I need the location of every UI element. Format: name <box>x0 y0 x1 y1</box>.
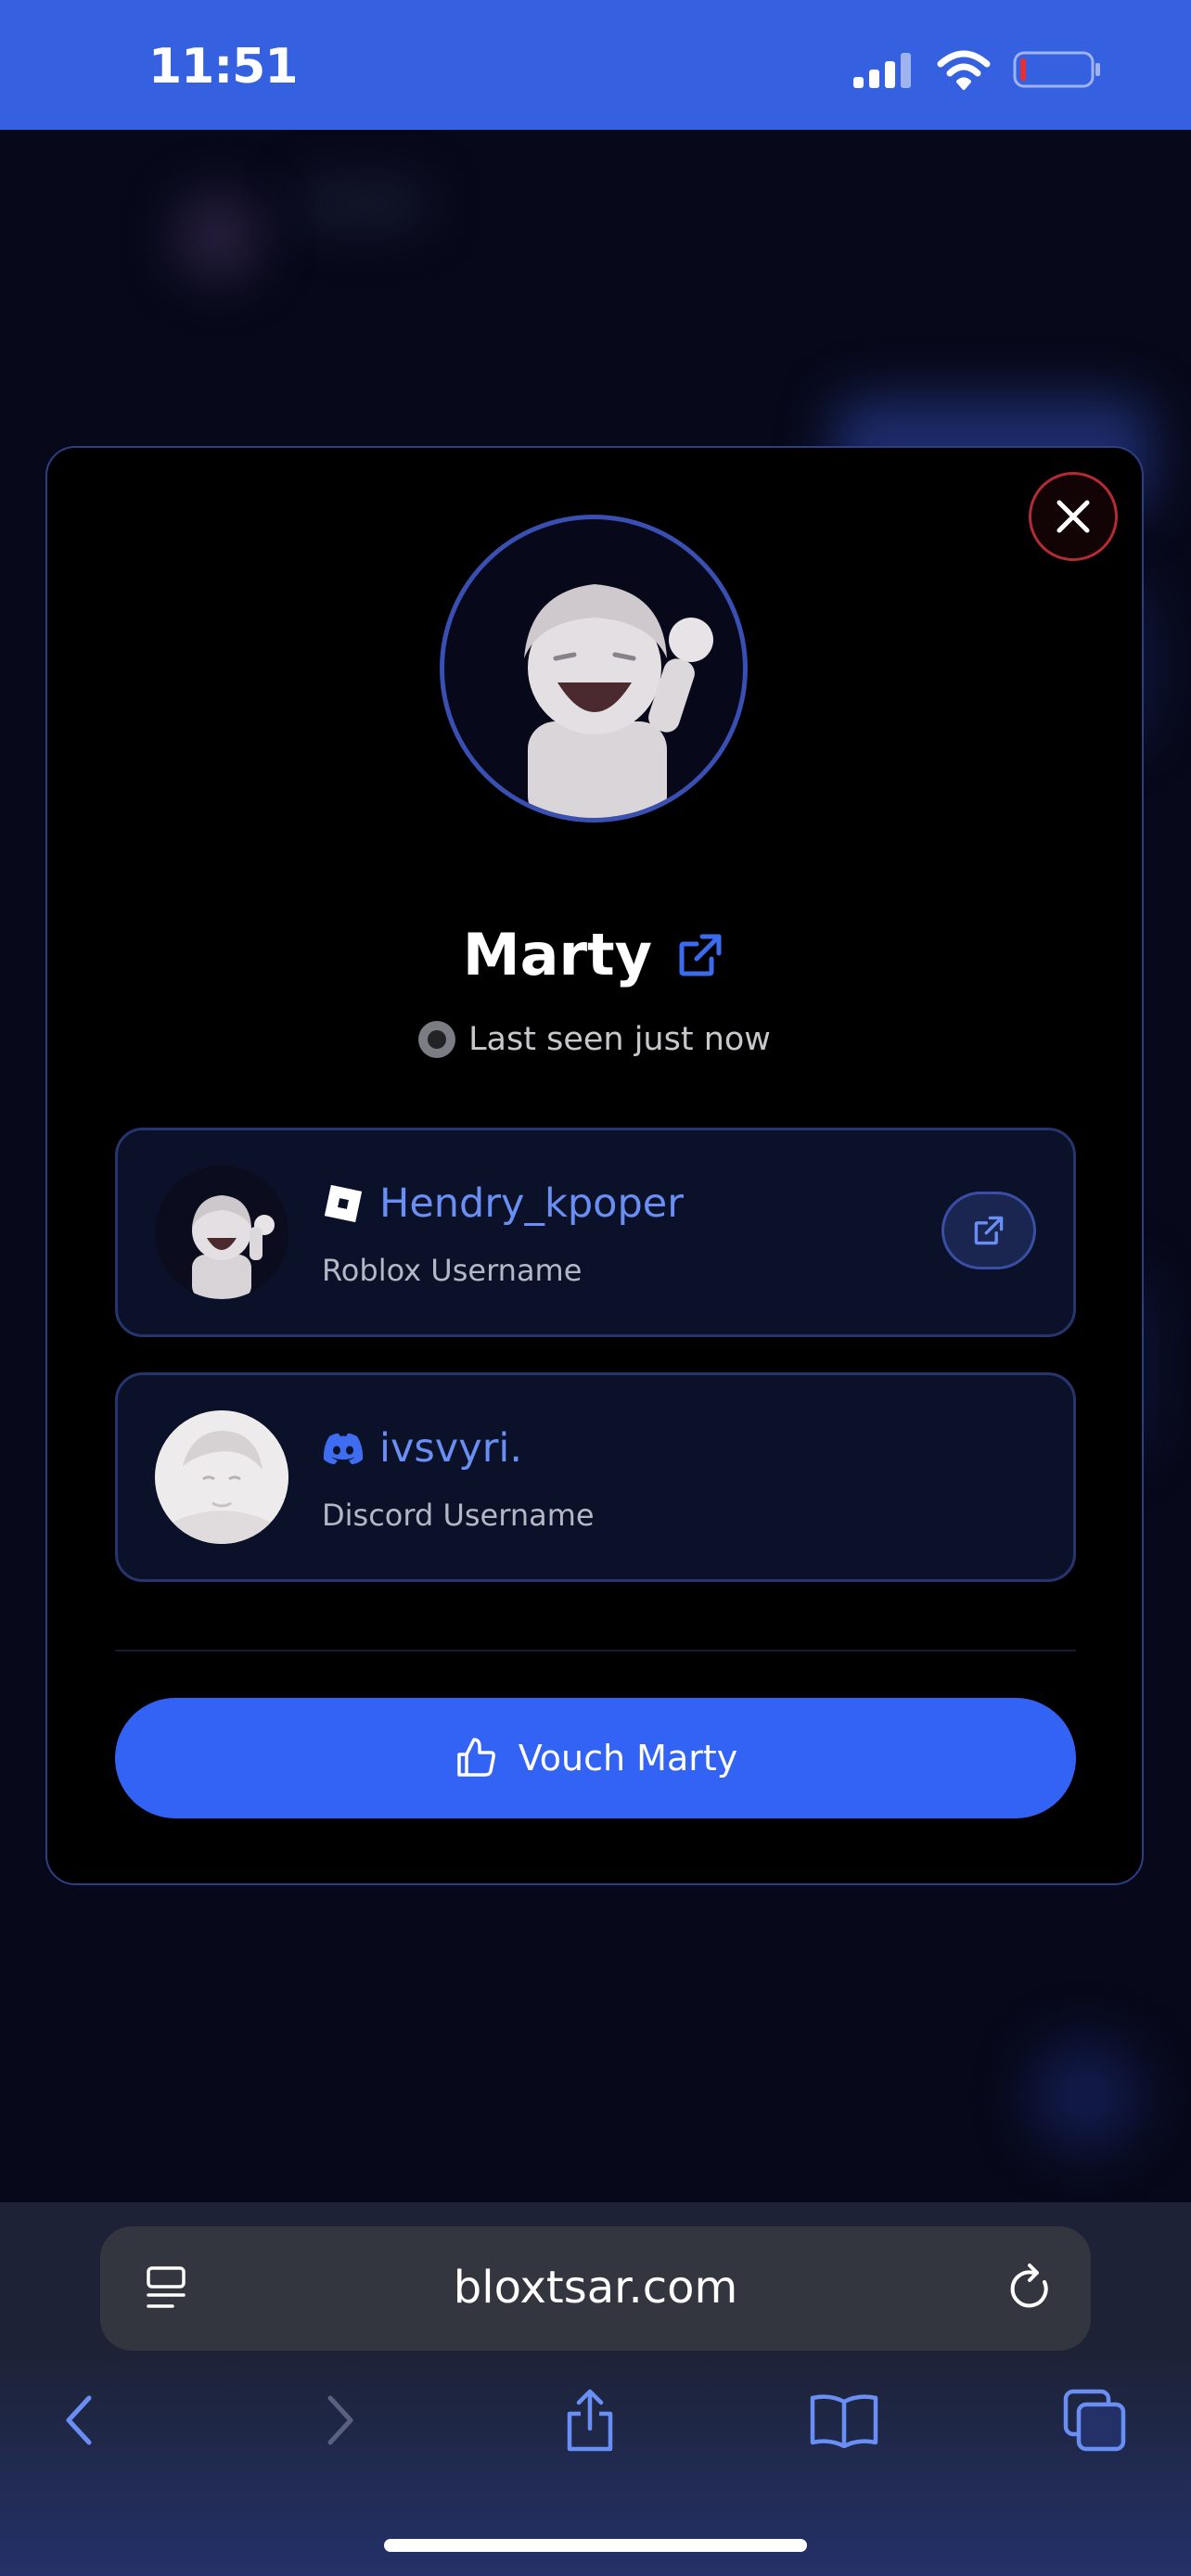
reload-icon[interactable] <box>1005 2262 1056 2317</box>
avatar-figure <box>524 584 713 818</box>
chevron-right-icon <box>327 2395 353 2445</box>
browser-toolbar: bloxtsar.com <box>0 2202 1191 2576</box>
roblox-profile-link-button[interactable] <box>941 1192 1036 1269</box>
chevron-left-icon <box>66 2395 92 2445</box>
vouch-button[interactable]: Vouch Marty <box>115 1698 1076 1818</box>
last-seen-text: Last seen just now <box>468 1021 771 1058</box>
profile-name: Marty <box>462 921 653 988</box>
back-button[interactable] <box>43 2383 117 2457</box>
roblox-account-card: Hendry_kpoper Roblox Username <box>115 1128 1076 1337</box>
status-time: 11:51 <box>148 39 299 95</box>
roblox-username-row: Hendry_kpoper <box>322 1180 684 1227</box>
discord-avatar <box>155 1410 288 1544</box>
forward-button[interactable] <box>302 2383 377 2457</box>
share-button[interactable] <box>553 2383 627 2457</box>
home-indicator <box>384 2539 807 2552</box>
roblox-username-label: Roblox Username <box>322 1253 583 1288</box>
close-button[interactable] <box>1029 472 1118 561</box>
share-icon <box>567 2389 613 2452</box>
last-seen-row: Last seen just now <box>47 1021 1142 1058</box>
discord-username-label: Discord Username <box>322 1498 595 1533</box>
roblox-logo-icon <box>324 1184 363 1223</box>
battery-icon <box>1013 51 1100 88</box>
presence-indicator-icon <box>418 1021 456 1058</box>
profile-avatar <box>440 515 748 823</box>
external-link-icon[interactable] <box>674 929 726 981</box>
status-icons <box>852 46 1102 93</box>
wifi-icon <box>937 50 991 90</box>
roblox-avatar <box>155 1166 288 1299</box>
book-icon <box>810 2394 878 2448</box>
roblox-username[interactable]: Hendry_kpoper <box>379 1180 684 1227</box>
name-row: Marty <box>47 921 1142 988</box>
profile-modal: Marty Last seen just now Hendry_kpoper R… <box>45 446 1144 1885</box>
discord-username-row: ivsvyri. <box>322 1425 522 1472</box>
tabs-button[interactable] <box>1057 2383 1132 2457</box>
close-icon <box>1057 500 1090 533</box>
address-bar[interactable]: bloxtsar.com <box>100 2226 1091 2351</box>
tabs-icon <box>1063 2389 1126 2452</box>
vouch-button-label: Vouch Marty <box>518 1738 738 1779</box>
discord-username: ivsvyri. <box>379 1425 522 1472</box>
status-bar: 11:51 <box>0 0 1191 130</box>
discord-account-card: ivsvyri. Discord Username <box>115 1372 1076 1582</box>
thumbs-up-icon <box>456 1738 495 1777</box>
external-link-icon <box>974 1216 1004 1245</box>
divider <box>115 1650 1076 1651</box>
bookmarks-button[interactable] <box>807 2383 881 2457</box>
cellular-signal-icon <box>853 53 911 88</box>
discord-logo-icon <box>323 1433 364 1464</box>
url-text: bloxtsar.com <box>453 2262 738 2314</box>
